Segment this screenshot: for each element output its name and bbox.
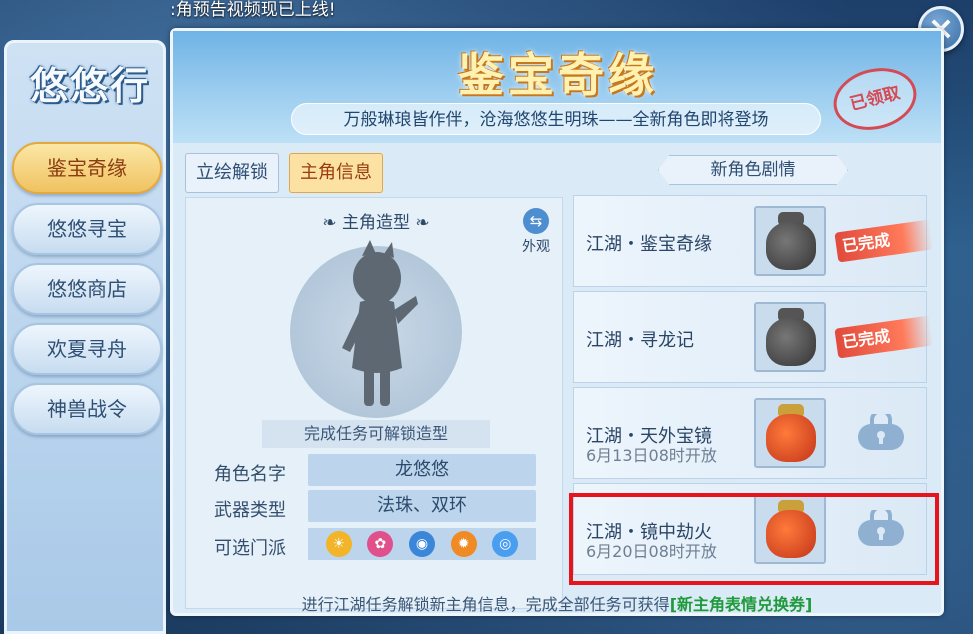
sect-lotus-icon[interactable]: ✿ [367, 531, 394, 557]
sidebar-item-shenshouzhanling[interactable]: 神兽战令 [12, 383, 162, 435]
lock-icon [858, 510, 904, 546]
sect-fire-icon[interactable]: ✹ [450, 531, 477, 557]
main-panel: 鉴宝奇缘 万般琳琅皆作伴，沧海悠悠生明珠——全新角色即将登场 已领取 立绘解锁 … [170, 28, 944, 616]
reward-name: [新主角表情兑换券] [669, 595, 813, 614]
reward-bag-icon[interactable] [754, 494, 826, 564]
quest-open-time: 6月13日08时开放 [586, 446, 717, 465]
sect-icons: ☀ ✿ ◉ ✹ ◎ [308, 528, 536, 560]
name-label: 角色名字 [214, 464, 286, 485]
character-model-heading: ❧ 主角造型 ❧ [322, 213, 430, 233]
story-header: 新角色剧情 [658, 155, 848, 185]
unlock-hint: 完成任务可解锁造型 [262, 420, 490, 448]
sect-sun-icon[interactable]: ☀ [325, 531, 352, 557]
weapon-value: 法珠、双环 [308, 490, 536, 522]
completed-badge: 已完成 [834, 315, 934, 359]
quest-name: 江湖・鉴宝奇缘 [586, 234, 712, 255]
sidebar-title: 悠悠行 [29, 63, 150, 108]
weapon-label: 武器类型 [214, 500, 286, 521]
reward-bag-icon[interactable] [754, 398, 826, 468]
sect-wave-icon[interactable]: ◎ [492, 531, 519, 557]
reward-bag-icon[interactable] [754, 206, 826, 276]
completed-badge: 已完成 [834, 219, 934, 263]
banner-title: 鉴宝奇缘 [458, 48, 658, 102]
character-info-panel: ❧ 主角造型 ❧ ⇆ 外观 完成任务可解锁造型 角色名字 龙悠悠 武器类型 法珠… [185, 197, 563, 609]
reward-bag-icon[interactable] [754, 302, 826, 372]
tab-portrait-unlock[interactable]: 立绘解锁 [185, 153, 279, 193]
swap-icon: ⇆ [523, 208, 549, 234]
outfit-button[interactable]: ⇆ 外观 [516, 208, 556, 256]
sidebar-item-youyouxunbao[interactable]: 悠悠寻宝 [12, 203, 162, 255]
sidebar-item-huanxiaxunzhou[interactable]: 欢夏寻舟 [12, 323, 162, 375]
announcement-marquee: :角预告视频现已上线! [170, 0, 336, 20]
quest-card[interactable]: 江湖・寻龙记 已完成 [573, 291, 934, 383]
quest-card[interactable]: 江湖・天外宝镜 6月13日08时开放 [573, 387, 927, 479]
quest-name: 江湖・寻龙记 [586, 330, 694, 351]
sect-dragon-icon[interactable]: ◉ [408, 531, 435, 557]
story-panel: 新角色剧情 江湖・鉴宝奇缘 已完成 江湖・寻龙记 已完成 江湖・天外宝镜 6月1… [573, 153, 934, 609]
footer-hint: 进行江湖任务解锁新主角信息，完成全部任务可获得[新主角表情兑换券] [301, 595, 813, 614]
quest-card[interactable]: 江湖・鉴宝奇缘 已完成 [573, 195, 934, 287]
banner-subtitle: 万般琳琅皆作伴，沧海悠悠生明珠——全新角色即将登场 [291, 103, 821, 135]
claimed-stamp: 已领取 [826, 59, 924, 139]
event-banner: 鉴宝奇缘 万般琳琅皆作伴，沧海悠悠生明珠——全新角色即将登场 已领取 [173, 31, 941, 143]
sidebar-item-youyoushop[interactable]: 悠悠商店 [12, 263, 162, 315]
sidebar-item-jianbaoqiyuan[interactable]: 鉴宝奇缘 [12, 142, 162, 194]
character-silhouette [342, 240, 418, 406]
lock-icon [858, 414, 904, 450]
name-value: 龙悠悠 [308, 454, 536, 486]
tab-character-info[interactable]: 主角信息 [289, 153, 383, 193]
quest-card-highlighted[interactable]: 江湖・镜中劫火 6月20日08时开放 [573, 483, 927, 575]
quest-open-time: 6月20日08时开放 [586, 542, 717, 561]
sect-label: 可选门派 [214, 538, 286, 559]
